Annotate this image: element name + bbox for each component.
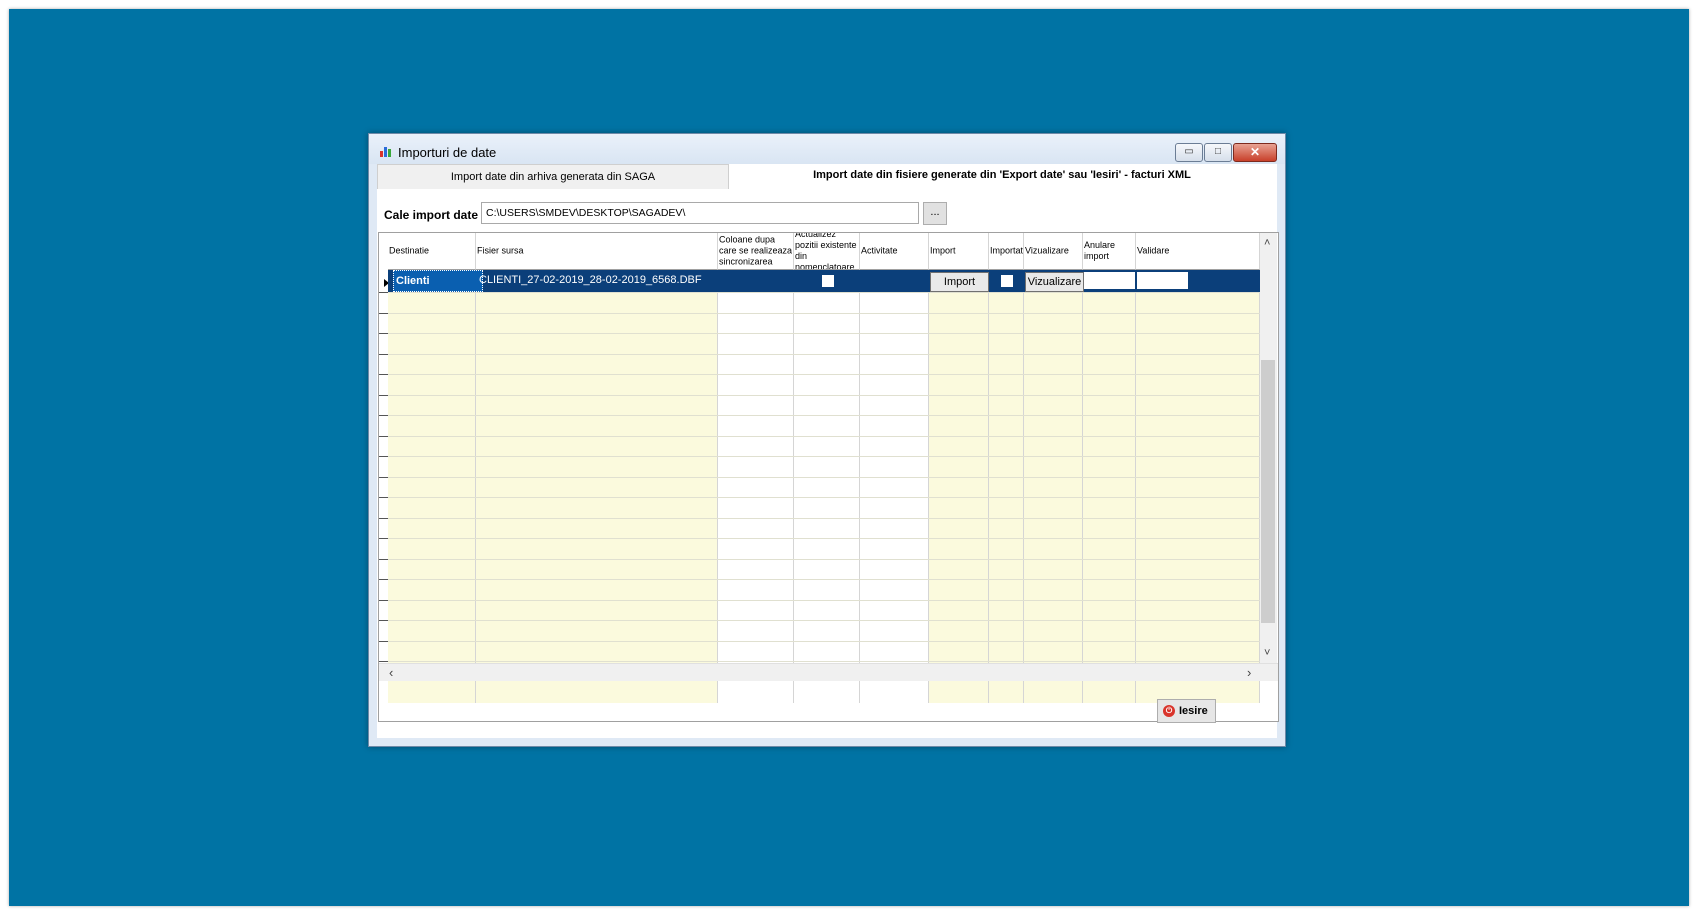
- header-destinatie[interactable]: Destinatie: [388, 233, 476, 270]
- column-actualizez: [794, 270, 860, 703]
- row-separator: [388, 292, 1260, 293]
- column-import: [929, 270, 989, 703]
- row-separator: [388, 476, 1260, 478]
- header-importat[interactable]: Importat: [989, 233, 1024, 270]
- row-selector-tick: [379, 374, 388, 375]
- row-selector-tick: [379, 640, 388, 642]
- close-button[interactable]: ✕: [1233, 143, 1277, 162]
- maximize-button[interactable]: □: [1204, 143, 1232, 162]
- row-separator: [388, 312, 1260, 314]
- column-coloane: [718, 270, 794, 703]
- row-separator: [388, 558, 1260, 560]
- import-window: Importuri de date ▭ □ ✕ Import date din …: [368, 133, 1286, 747]
- row-selector-tick: [379, 333, 388, 334]
- row-separator: [388, 394, 1260, 396]
- cell-destinatie[interactable]: Clienti: [393, 270, 483, 292]
- row-selector-tick: [379, 353, 388, 355]
- row-separator: [388, 435, 1260, 437]
- row-selector-tick: [379, 579, 388, 580]
- header-activitate[interactable]: Activitate: [860, 233, 929, 270]
- header-import[interactable]: Import: [929, 233, 989, 270]
- row-selector-tick: [379, 599, 388, 601]
- column-importat: [989, 270, 1024, 703]
- column-validare: [1136, 270, 1260, 703]
- header-fisier-sursa[interactable]: Fisier sursa: [476, 233, 718, 270]
- row-separator: [388, 538, 1260, 539]
- column-anulare: [1083, 270, 1136, 703]
- row-selector-tick: [379, 517, 388, 519]
- exit-button[interactable]: ⏻ Iesire: [1157, 699, 1216, 723]
- column-activitate: [860, 270, 929, 703]
- chart-icon: [380, 147, 391, 157]
- row-selector-tick: [379, 497, 388, 498]
- header-validare[interactable]: Validare: [1136, 233, 1260, 270]
- header-vizualizare[interactable]: Vizualizare: [1024, 233, 1083, 270]
- tab-import-arhiva[interactable]: Import date din arhiva generata din SAGA: [377, 164, 729, 189]
- row-separator: [388, 497, 1260, 498]
- vizualizare-button[interactable]: Vizualizare: [1025, 272, 1084, 292]
- window-content: Import date din arhiva generata din SAGA…: [377, 164, 1279, 738]
- exit-label: Iesire: [1179, 705, 1208, 717]
- row-separator: [388, 599, 1260, 601]
- row-separator: [388, 640, 1260, 642]
- column-fisier-sursa: [476, 270, 718, 703]
- browse-button[interactable]: ...: [923, 202, 947, 225]
- row-separator: [388, 579, 1260, 580]
- row-selector-tick: [379, 456, 388, 457]
- row-separator: [388, 374, 1260, 375]
- column-vizualizare: [1024, 270, 1083, 703]
- cell-anulare-import[interactable]: [1084, 272, 1135, 289]
- power-icon: ⏻: [1163, 705, 1175, 717]
- row-selector-tick: [379, 415, 388, 416]
- tab-import-fisiere[interactable]: Import date din fisiere generate din 'Ex…: [727, 164, 1277, 188]
- vertical-scroll-thumb[interactable]: [1261, 360, 1275, 623]
- window-title: Importuri de date: [398, 145, 497, 160]
- row-selector-tick: [379, 620, 388, 621]
- title-bar[interactable]: Importuri de date ▭ □ ✕: [369, 134, 1285, 164]
- horizontal-scrollbar[interactable]: [379, 663, 1278, 681]
- actualizez-checkbox[interactable]: [822, 275, 834, 287]
- row-separator: [388, 353, 1260, 355]
- cell-validare[interactable]: [1137, 272, 1188, 289]
- row-selector-tick: [379, 394, 388, 396]
- row-separator: [388, 415, 1260, 416]
- importat-checkbox[interactable]: [1001, 275, 1013, 287]
- row-selector-tick: [379, 538, 388, 539]
- row-selector-tick: [379, 661, 388, 662]
- column-destinatie: [388, 270, 476, 703]
- scroll-up-icon[interactable]: ˄: [1264, 237, 1270, 249]
- scroll-down-icon[interactable]: ˅: [1264, 647, 1270, 659]
- row-separator: [388, 620, 1260, 621]
- header-actualizez-pozitii[interactable]: Actualizez pozitii existente din nomencl…: [794, 233, 860, 270]
- path-input[interactable]: C:\USERS\SMDEV\DESKTOP\SAGADEV\: [481, 202, 919, 224]
- row-separator: [388, 661, 1260, 662]
- path-label: Cale import date: [384, 208, 479, 222]
- row-separator: [388, 333, 1260, 334]
- import-button[interactable]: Import: [930, 272, 989, 292]
- minimize-button[interactable]: ▭: [1175, 143, 1203, 162]
- row-selector-tick: [379, 312, 388, 314]
- import-grid: Destinatie Fisier sursa Coloane dupa car…: [378, 232, 1279, 722]
- cell-fisier-sursa[interactable]: CLIENTI_27-02-2019_28-02-2019_6568.DBF: [479, 270, 702, 290]
- header-anulare-import[interactable]: Anulare import: [1083, 233, 1136, 270]
- row-selector-tick: [379, 476, 388, 478]
- scroll-left-icon[interactable]: ‹: [389, 665, 393, 680]
- scroll-right-icon[interactable]: ›: [1247, 665, 1251, 680]
- row-selector-tick: [379, 558, 388, 560]
- header-coloane-sincronizare[interactable]: Coloane dupa care se realizeaza sincroni…: [718, 233, 794, 270]
- row-separator: [388, 456, 1260, 457]
- row-selector-tick: [379, 435, 388, 437]
- row-selector-tick: [379, 292, 388, 293]
- row-separator: [388, 517, 1260, 519]
